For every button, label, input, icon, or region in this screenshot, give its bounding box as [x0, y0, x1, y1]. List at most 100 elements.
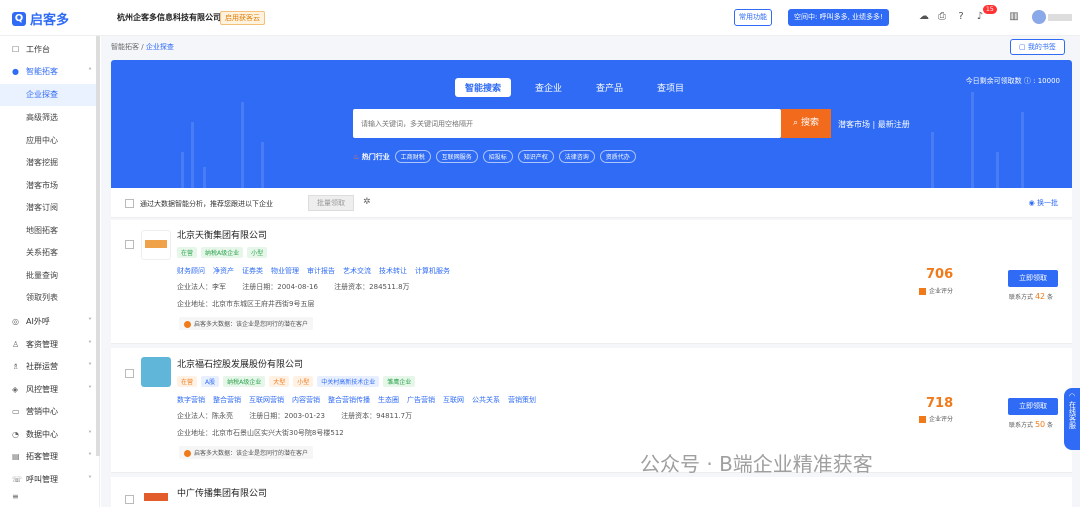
top-bar: Q 启客多 杭州企客多信息科技有限公司 启用获客云 常用功能 空间中: 呼叫多多…	[0, 0, 1080, 36]
user-name-redacted[interactable]	[1048, 14, 1072, 21]
sidebar-group-data[interactable]: ◔ 数据中心 ˅	[0, 423, 100, 445]
sidebar-item-smart[interactable]: ● 智能拓客 ˄	[0, 60, 100, 82]
claim-button[interactable]: 立即领取	[1008, 398, 1058, 415]
keyword[interactable]: 技术转让	[379, 266, 407, 276]
sidebar-sub-advanced-filter[interactable]: 高级筛选	[0, 107, 100, 129]
search-button[interactable]: ⌕ 搜索	[781, 109, 831, 138]
sidebar-group-lead-mgmt[interactable]: ▤ 拓客管理 ˅	[0, 445, 100, 467]
tab-product[interactable]: 查产品	[586, 78, 633, 97]
common-functions-button[interactable]: 常用功能	[734, 9, 772, 26]
keyword[interactable]: 物业管理	[271, 266, 299, 276]
hot-tag[interactable]: 招投标	[482, 150, 513, 163]
keyword[interactable]: 整合营销传播	[328, 395, 370, 405]
contact-info[interactable]: 联系方式 42 条	[1009, 292, 1053, 301]
sidebar-sub-claim-list[interactable]: 领取列表	[0, 287, 100, 309]
sidebar-sub-relation[interactable]: 关系拓客	[0, 242, 100, 264]
sidebar-group-client[interactable]: ♙ 客资管理 ˅	[0, 333, 100, 355]
sidebar-item-workbench[interactable]: ☐ 工作台	[0, 38, 100, 60]
settings-icon[interactable]: ✲	[363, 197, 371, 207]
company-name[interactable]: 中广传播集团有限公司	[177, 486, 267, 499]
sidebar-scrollbar[interactable]	[96, 36, 100, 456]
keyword[interactable]: 证券类	[242, 266, 263, 276]
company-checkbox[interactable]	[125, 369, 134, 378]
keyword[interactable]: 数字营销	[177, 395, 205, 405]
tab-project[interactable]: 查项目	[647, 78, 694, 97]
hot-tag[interactable]: 法律咨询	[558, 150, 595, 163]
batch-claim-button[interactable]: 批量领取	[308, 195, 354, 211]
sidebar-item-label: 客资管理	[26, 339, 58, 349]
contact-info[interactable]: 联系方式 50 条	[1009, 420, 1053, 429]
keyword[interactable]: 内容营销	[292, 395, 320, 405]
refresh-button[interactable]: ◉ 换一批	[1029, 198, 1058, 208]
company-checkbox[interactable]	[125, 240, 134, 249]
community-icon: ♗	[12, 361, 20, 371]
contact-unit: 条	[1047, 422, 1054, 429]
company-checkbox[interactable]	[125, 495, 134, 504]
online-service-button[interactable]: ◠ 在线客服	[1064, 388, 1080, 450]
company-tags: 在营 纳税A级企业 小型	[177, 247, 268, 258]
sidebar-sub-app-center[interactable]: 应用中心	[0, 130, 100, 152]
company-keywords: 财务顾问 净资产 证券类 物业管理 审计报告 艺术交流 技术转让 计算机服务	[177, 266, 450, 276]
help-icon[interactable]: ?	[955, 11, 967, 23]
select-all-checkbox[interactable]	[125, 199, 134, 208]
company-score: 718	[926, 396, 954, 411]
score-label-text: 企业评分	[929, 416, 954, 423]
app-logo[interactable]: Q 启客多	[12, 9, 69, 28]
trial-badge[interactable]: 启用获客云	[220, 11, 265, 25]
keyword[interactable]: 财务顾问	[177, 266, 205, 276]
hint-icon	[184, 321, 191, 328]
building-icon[interactable]: ▥	[1008, 11, 1020, 23]
sidebar-group-community[interactable]: ♗ 社群运营 ˅	[0, 355, 100, 377]
keyword[interactable]: 艺术交流	[343, 266, 371, 276]
breadcrumb-current: 企业探查	[145, 43, 174, 51]
claim-button[interactable]: 立即领取	[1008, 270, 1058, 287]
promo-button[interactable]: 空间中: 呼叫多多, 业绩多多!	[788, 9, 889, 26]
hot-tag[interactable]: 知识产权	[517, 150, 554, 163]
hot-tag[interactable]: 资质代办	[599, 150, 636, 163]
sidebar-group-ai-call[interactable]: ◎ AI外呼 ˅	[0, 310, 100, 332]
avatar[interactable]	[1032, 10, 1046, 24]
sidebar-sub-lead-market[interactable]: 潜客市场	[0, 175, 100, 197]
contact-count: 42	[1034, 292, 1046, 301]
company-name[interactable]: 北京福石控股发展股份有限公司	[177, 357, 303, 370]
tab-smart-search[interactable]: 智能搜索	[455, 78, 512, 97]
register-date: 注册日期：2003-01-23	[249, 412, 325, 420]
keyword[interactable]: 公共关系	[472, 395, 500, 405]
ai-icon: ◎	[12, 316, 19, 326]
keyword[interactable]: 整合营销	[213, 395, 241, 405]
tag: 纳税A级企业	[201, 247, 244, 258]
sidebar-sub-lead-mining[interactable]: 潜客挖掘	[0, 152, 100, 174]
keyword[interactable]: 营销策划	[508, 395, 536, 405]
keyword[interactable]: 广告营销	[407, 395, 435, 405]
sidebar-sub-batch-query[interactable]: 批量查询	[0, 265, 100, 287]
sidebar-group-marketing[interactable]: ▭ 营销中心	[0, 400, 100, 422]
search-input[interactable]	[353, 109, 781, 138]
hot-tag[interactable]: 工商财税	[394, 150, 431, 163]
sidebar-sub-map[interactable]: 地图拓客	[0, 220, 100, 242]
keyword[interactable]: 互联网营销	[249, 395, 284, 405]
company-card: 北京福石控股发展股份有限公司 在营 A股 纳税A级企业 大型 小型 中关村高新技…	[111, 348, 1072, 473]
sidebar-sub-lead-subscribe[interactable]: 潜客订阅	[0, 197, 100, 219]
sidebar-item-label: 营销中心	[26, 406, 58, 416]
hero-links[interactable]: 潜客市场 | 最新注册	[838, 119, 910, 130]
sidebar-sub-enterprise-explore[interactable]: 企业探查	[0, 84, 100, 106]
cloud-icon[interactable]: ☁	[918, 11, 930, 23]
printer-icon[interactable]: ⎙	[936, 11, 948, 23]
keyword[interactable]: 净资产	[213, 266, 234, 276]
hot-tag[interactable]: 互联网服务	[435, 150, 478, 163]
sidebar-item-label: 风控管理	[26, 384, 58, 394]
keyword[interactable]: 互联网	[443, 395, 464, 405]
company-name[interactable]: 北京天衡集团有限公司	[177, 228, 267, 241]
keyword[interactable]: 计算机服务	[415, 266, 450, 276]
tag: 纳税A级企业	[223, 376, 266, 387]
sidebar-item-label: 工作台	[26, 44, 50, 54]
data-icon: ◔	[12, 429, 19, 439]
keyword[interactable]: 生态圈	[378, 395, 399, 405]
my-bookmarks-button[interactable]: ▢ 我的书签	[1010, 39, 1065, 55]
breadcrumb-root[interactable]: 智能拓客	[111, 43, 139, 51]
keyword[interactable]: 审计报告	[307, 266, 335, 276]
contact-unit: 条	[1047, 294, 1054, 301]
sidebar-group-risk[interactable]: ◈ 风控管理 ˅	[0, 378, 100, 400]
tab-company[interactable]: 查企业	[525, 78, 572, 97]
collapse-menu-button[interactable]: ≡	[0, 485, 100, 507]
